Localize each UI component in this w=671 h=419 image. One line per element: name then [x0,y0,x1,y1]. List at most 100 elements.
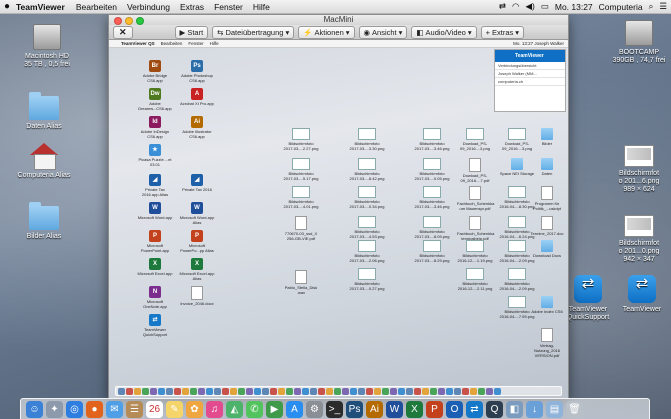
remote-dock-item-icon[interactable] [238,388,245,395]
remote-dock-item-icon[interactable] [430,388,437,395]
remote-dock-item-icon[interactable] [414,388,421,395]
remote-desktop-icon[interactable]: Adobe Index CS6 [529,296,565,314]
mail-icon[interactable]: ✉ [106,400,123,418]
actions-button[interactable]: ⚡ Aktionen ▾ [298,25,355,39]
remote-desktop-icon[interactable]: Download Docs [529,240,565,258]
menu-item-fenster[interactable]: Fenster [214,2,243,12]
photoshop-icon[interactable]: Ps [346,400,363,418]
view-button[interactable]: ◉ Ansicht ▾ [358,25,408,39]
remote-dock-item-icon[interactable] [214,388,221,395]
remote-dock-item-icon[interactable] [302,388,309,395]
menu-app-name[interactable]: TeamViewer [16,2,65,12]
remote-desktop-icon[interactable]: A Acrobat XI Pro.app [179,88,215,106]
remote-dock-item-icon[interactable] [446,388,453,395]
remote-dock-item-icon[interactable] [406,388,413,395]
remote-desktop-icon[interactable]: X Microsoft Excel.app Alias [179,258,215,281]
desktop-icon-teamviewer[interactable]: TeamViewer [612,275,671,315]
remote-dock-item-icon[interactable] [350,388,357,395]
remote-dock-item-icon[interactable] [206,388,213,395]
remote-dock-item-icon[interactable] [150,388,157,395]
remote-desktop-icon[interactable]: Vertrag-Nutzung_2016 VERSION.pdf [529,328,565,358]
clock[interactable]: Mo. 13:27 [555,2,593,12]
terminal-icon[interactable]: >_ [326,400,343,418]
remote-dock-item-icon[interactable] [126,388,133,395]
remote-dock-item-icon[interactable] [478,388,485,395]
extras-button[interactable]: + Extras ▾ [480,25,525,39]
remote-desktop-icon[interactable]: W Microsoft Word.app [137,202,173,220]
remote-dock-item-icon[interactable] [494,388,501,395]
remote-desktop-icon[interactable]: X Microsoft Excel.app [137,258,173,276]
remote-desktop-icon[interactable]: W Microsoft Word.app Alias [179,202,215,225]
remote-dock-item-icon[interactable] [390,388,397,395]
remote-dock-item-icon[interactable] [222,388,229,395]
remote-dock-item-icon[interactable] [382,388,389,395]
remote-desktop-icon[interactable]: Dowload_PS- 09_2016....3.png [457,128,493,151]
remote-desktop-icon[interactable]: Bildschirmfoto 2017-03-...2.06.png [349,240,385,263]
remote-dock-item-icon[interactable] [374,388,381,395]
maps-icon[interactable]: ◭ [226,400,243,418]
itunes-icon[interactable]: ♫ [206,400,223,418]
remote-desktop-icon[interactable]: ★ Picasa Puzzle....nt 03.01 [137,144,173,167]
menu-item-verbindung[interactable]: Verbindung [127,2,170,12]
remote-dock-item-icon[interactable] [134,388,141,395]
notes-icon[interactable]: ✎ [166,400,183,418]
remote-desktop-icon[interactable]: Id Adobe InDesign CS6.app [137,116,173,139]
remote-desktop-icon[interactable]: Bildschirmfoto 2017-03-...5.17.png [283,158,319,181]
remote-dock-item-icon[interactable] [270,388,277,395]
remote-desktop-icon[interactable]: Bildschirmfoto 2017-03-...4.53.png [349,216,385,239]
remote-menu-app[interactable]: TeamViewer QS [121,40,155,47]
desktop-icon-macintosh-hd[interactable]: Macintosh HD 35 TB , 0,5 frei [17,24,77,70]
remote-dock-item-icon[interactable] [246,388,253,395]
remote-dock-item-icon[interactable] [342,388,349,395]
remote-desktop-icon[interactable]: ⇄ TeamViewer QuickSupport [137,314,173,337]
panel-row[interactable]: Verbindungsübersicht [495,62,565,70]
menu-item-extras[interactable]: Extras [180,2,204,12]
remote-dock-item-icon[interactable] [326,388,333,395]
remote-desktop-icon[interactable]: Termine_2017.doc [529,216,565,236]
remote-menu-item[interactable]: Bearbeiten [161,40,183,47]
preview-icon[interactable]: ◧ [506,400,523,418]
remote-dock-item-icon[interactable] [398,388,405,395]
remote-dock-item-icon[interactable] [158,388,165,395]
remote-dock-item-icon[interactable] [174,388,181,395]
firefox-icon[interactable]: ● [86,400,103,418]
remote-desktop-icon[interactable]: Bildschirmfoto 2017-03-...2.27.png [283,128,319,151]
remote-desktop-icon[interactable]: Dw Adobe Dreamw...CS6.app [137,88,173,111]
outlook-icon[interactable]: O [446,400,463,418]
remote-dock-item-icon[interactable] [262,388,269,395]
remote-screen[interactable]: TeamViewer QS Bearbeiten Fenster Hilfe M… [109,40,568,398]
remote-dock-item-icon[interactable] [310,388,317,395]
remote-dock-item-icon[interactable] [230,388,237,395]
remote-desktop-icon[interactable]: Bildschirmfoto 2017-03-...3.46.png [414,128,450,151]
remote-dock-item-icon[interactable] [294,388,301,395]
battery-icon[interactable]: ▭ [541,1,549,12]
apple-menu-icon[interactable]: ● [0,1,14,12]
remote-desktop-icon[interactable]: Fachbuch_Schenkka tenmosbeip.pdf [457,216,494,241]
calendar-icon[interactable]: 26 [146,400,163,418]
remote-dock-item-icon[interactable] [358,388,365,395]
start-button[interactable]: ▶ Start [174,25,209,39]
desktop-icon-screenshot-1[interactable]: Bildschirmfot o 201...6.png 989 × 624 [609,145,669,195]
word-icon[interactable]: W [386,400,403,418]
remote-dock-item-icon[interactable] [422,388,429,395]
remote-desktop-icon[interactable]: Pablo_Stella_Disk .wav [283,270,319,295]
remote-desktop-icon[interactable]: Bildschirmfoto 2017-03-...3.30.png [349,128,385,151]
file-transfer-button[interactable]: ⇆ Dateiübertragung ▾ [212,25,295,39]
desktop-icon-bootcamp[interactable]: BOOTCAMP 390GB , 74,7 frei [609,20,669,66]
downloads-stack-icon[interactable]: ↓ [526,400,543,418]
volume-icon[interactable]: ◀) [525,1,534,12]
remote-dock-item-icon[interactable] [454,388,461,395]
remote-dock-item-icon[interactable] [142,388,149,395]
remote-dock-item-icon[interactable] [166,388,173,395]
remote-dock-item-icon[interactable] [190,388,197,395]
remote-desktop-icon[interactable]: Bildschirmfoto 2017-03-...0.05.png [414,158,450,181]
close-session-button[interactable]: ✕ [113,25,133,39]
remote-dock-item-icon[interactable] [438,388,445,395]
remote-desktop-icon[interactable]: Invoice_2046.docx [179,286,215,306]
desktop-icon-screenshot-2[interactable]: Bildschirmfot o 201...0.png 942 × 347 [609,215,669,265]
spotlight-icon[interactable]: ⌕ [649,1,654,12]
remote-desktop-icon[interactable]: Bildschirmfoto 2017-03-...8.42.png [349,158,385,181]
remote-menu-item[interactable]: Fenster [188,40,203,47]
remote-desktop-icon[interactable]: Bildschirmfoto 2017-03-...0.34.png [349,186,385,209]
remote-desktop-icon[interactable]: Bildschirmfoto 2016-12-...2.11.png [457,268,493,291]
